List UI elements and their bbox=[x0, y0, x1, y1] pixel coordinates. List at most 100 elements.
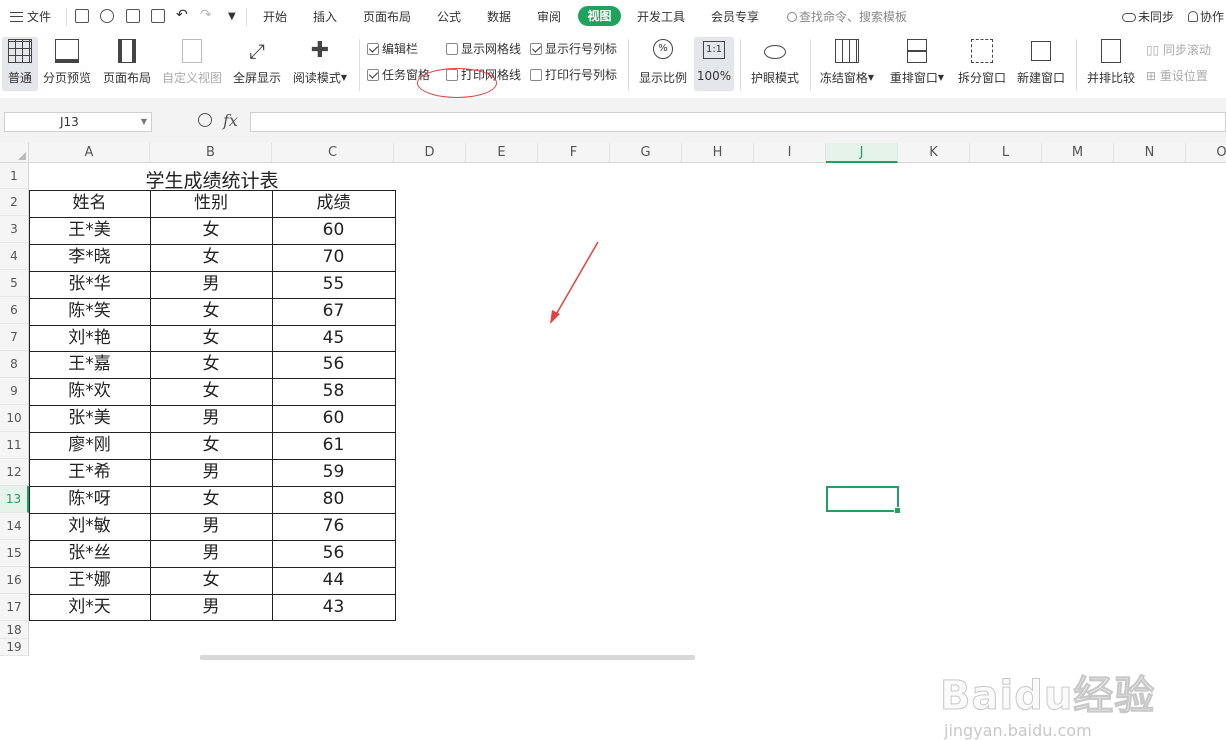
score-cell[interactable]: 76 bbox=[272, 513, 395, 540]
chevron-down-icon[interactable]: ▼ bbox=[141, 113, 147, 131]
column-header[interactable]: H bbox=[682, 143, 754, 163]
gender-cell[interactable]: 女 bbox=[150, 378, 272, 405]
normal-view-button[interactable]: 普通 bbox=[2, 37, 38, 91]
row-header[interactable]: 17 bbox=[0, 594, 29, 621]
tab-member[interactable]: 会员专享 bbox=[711, 8, 759, 26]
name-cell[interactable]: 李*晓 bbox=[29, 244, 150, 271]
row-header[interactable]: 2 bbox=[0, 189, 29, 216]
show-gridlines-checkbox[interactable]: 显示网格线 bbox=[446, 41, 521, 57]
gender-cell[interactable]: 女 bbox=[150, 351, 272, 378]
gender-cell[interactable]: 男 bbox=[150, 405, 272, 432]
print-headers-checkbox[interactable]: 打印行号列标 bbox=[530, 67, 617, 83]
row-header[interactable]: 10 bbox=[0, 405, 29, 432]
new-window-button[interactable]: 新建窗口 bbox=[1014, 37, 1068, 91]
column-header[interactable]: L bbox=[970, 143, 1042, 163]
name-cell[interactable]: 陈*欢 bbox=[29, 378, 150, 405]
undo-icon[interactable]: ↶ bbox=[176, 6, 188, 24]
tab-view[interactable]: 视图 bbox=[578, 6, 621, 26]
zoom-button[interactable]: % 显示比例 bbox=[636, 37, 690, 91]
column-header[interactable]: G bbox=[610, 143, 682, 163]
column-header[interactable]: J bbox=[826, 143, 898, 163]
tab-formulas[interactable]: 公式 bbox=[437, 8, 461, 26]
column-header[interactable]: K bbox=[898, 143, 970, 163]
tab-developer[interactable]: 开发工具 bbox=[637, 8, 685, 26]
fx-icon[interactable]: fx bbox=[223, 111, 238, 130]
score-cell[interactable]: 80 bbox=[272, 486, 395, 513]
score-cell[interactable]: 58 bbox=[272, 378, 395, 405]
sync-scroll-button[interactable]: ▯▯ 同步滚动 bbox=[1146, 41, 1211, 58]
gender-cell[interactable]: 男 bbox=[150, 540, 272, 567]
name-cell[interactable]: 刘*艳 bbox=[29, 325, 150, 352]
print-preview-icon[interactable] bbox=[151, 9, 165, 23]
formula-input[interactable] bbox=[250, 112, 1226, 132]
column-header[interactable]: B bbox=[150, 143, 272, 163]
score-cell[interactable]: 45 bbox=[272, 325, 395, 352]
gender-cell[interactable]: 女 bbox=[150, 325, 272, 352]
row-header[interactable]: 19 bbox=[0, 639, 29, 656]
edit-bar-checkbox[interactable]: 编辑栏 bbox=[367, 41, 418, 57]
row-header[interactable]: 15 bbox=[0, 540, 29, 567]
score-cell[interactable]: 44 bbox=[272, 567, 395, 594]
gender-cell[interactable]: 女 bbox=[150, 486, 272, 513]
row-header[interactable]: 1 bbox=[0, 163, 29, 189]
sync-status[interactable]: 未同步 bbox=[1122, 8, 1174, 26]
compare-side-by-side-button[interactable]: 并排比较 bbox=[1084, 37, 1138, 91]
score-cell[interactable]: 60 bbox=[272, 217, 395, 244]
header-cell[interactable]: 姓名 bbox=[29, 190, 150, 217]
row-header[interactable]: 7 bbox=[0, 324, 29, 351]
gender-cell[interactable]: 女 bbox=[150, 567, 272, 594]
column-header[interactable]: C bbox=[272, 143, 394, 163]
print-icon[interactable] bbox=[126, 9, 140, 23]
score-cell[interactable]: 70 bbox=[272, 244, 395, 271]
sheet-title[interactable]: 学生成绩统计表 bbox=[29, 166, 395, 192]
name-box[interactable]: J13 ▼ bbox=[4, 112, 152, 132]
score-cell[interactable]: 67 bbox=[272, 298, 395, 325]
horizontal-scrollbar[interactable] bbox=[200, 655, 695, 660]
export-icon[interactable] bbox=[100, 9, 114, 23]
name-cell[interactable]: 张*华 bbox=[29, 271, 150, 298]
gender-cell[interactable]: 女 bbox=[150, 244, 272, 271]
collab-button[interactable]: 协作 bbox=[1188, 8, 1224, 26]
gender-cell[interactable]: 男 bbox=[150, 594, 272, 621]
spreadsheet-grid[interactable]: ABCDEFGHIJKLMNO 1 2 3 4 5 6 7 8 9 10 11 12 13 14 15 16 1… bbox=[0, 143, 1226, 740]
column-header[interactable]: A bbox=[29, 143, 150, 163]
freeze-panes-button[interactable]: 冻结窗格▼ bbox=[816, 37, 878, 91]
gender-cell[interactable]: 男 bbox=[150, 459, 272, 486]
column-header[interactable]: O bbox=[1186, 143, 1226, 163]
name-cell[interactable]: 王*嘉 bbox=[29, 351, 150, 378]
row-header[interactable]: 11 bbox=[0, 432, 29, 459]
row-header[interactable]: 4 bbox=[0, 243, 29, 270]
name-cell[interactable]: 陈*笑 bbox=[29, 298, 150, 325]
row-header[interactable]: 8 bbox=[0, 351, 29, 378]
gender-cell[interactable]: 女 bbox=[150, 298, 272, 325]
column-header[interactable]: D bbox=[394, 143, 466, 163]
file-menu[interactable]: 文件 bbox=[10, 8, 51, 26]
score-cell[interactable]: 55 bbox=[272, 271, 395, 298]
row-header[interactable]: 6 bbox=[0, 297, 29, 324]
row-header[interactable]: 12 bbox=[0, 459, 29, 486]
name-cell[interactable]: 王*希 bbox=[29, 459, 150, 486]
name-cell[interactable]: 王*美 bbox=[29, 217, 150, 244]
column-header[interactable]: M bbox=[1042, 143, 1114, 163]
name-cell[interactable]: 王*娜 bbox=[29, 567, 150, 594]
tab-insert[interactable]: 插入 bbox=[313, 8, 337, 26]
arrange-windows-button[interactable]: 重排窗口▼ bbox=[886, 37, 948, 91]
name-cell[interactable]: 刘*敏 bbox=[29, 513, 150, 540]
row-header[interactable]: 16 bbox=[0, 567, 29, 594]
name-cell[interactable]: 陈*呀 bbox=[29, 486, 150, 513]
column-header[interactable]: I bbox=[754, 143, 826, 163]
row-header[interactable]: 14 bbox=[0, 513, 29, 540]
column-header[interactable]: E bbox=[466, 143, 538, 163]
reset-position-button[interactable]: ⊞ 重设位置 bbox=[1146, 67, 1208, 84]
name-cell[interactable]: 刘*天 bbox=[29, 594, 150, 621]
tab-page-layout[interactable]: 页面布局 bbox=[363, 8, 411, 26]
gender-cell[interactable]: 男 bbox=[150, 513, 272, 540]
header-cell[interactable]: 成绩 bbox=[272, 190, 395, 217]
tab-data[interactable]: 数据 bbox=[487, 8, 511, 26]
gender-cell[interactable]: 男 bbox=[150, 271, 272, 298]
command-search[interactable]: 查找命令、搜索模板 bbox=[787, 8, 907, 26]
eye-protection-button[interactable]: 护眼模式 bbox=[748, 37, 802, 91]
quick-access-dropdown-icon[interactable]: ▼ bbox=[228, 8, 236, 26]
show-headers-checkbox[interactable]: 显示行号列标 bbox=[530, 41, 617, 57]
column-header[interactable]: N bbox=[1114, 143, 1186, 163]
